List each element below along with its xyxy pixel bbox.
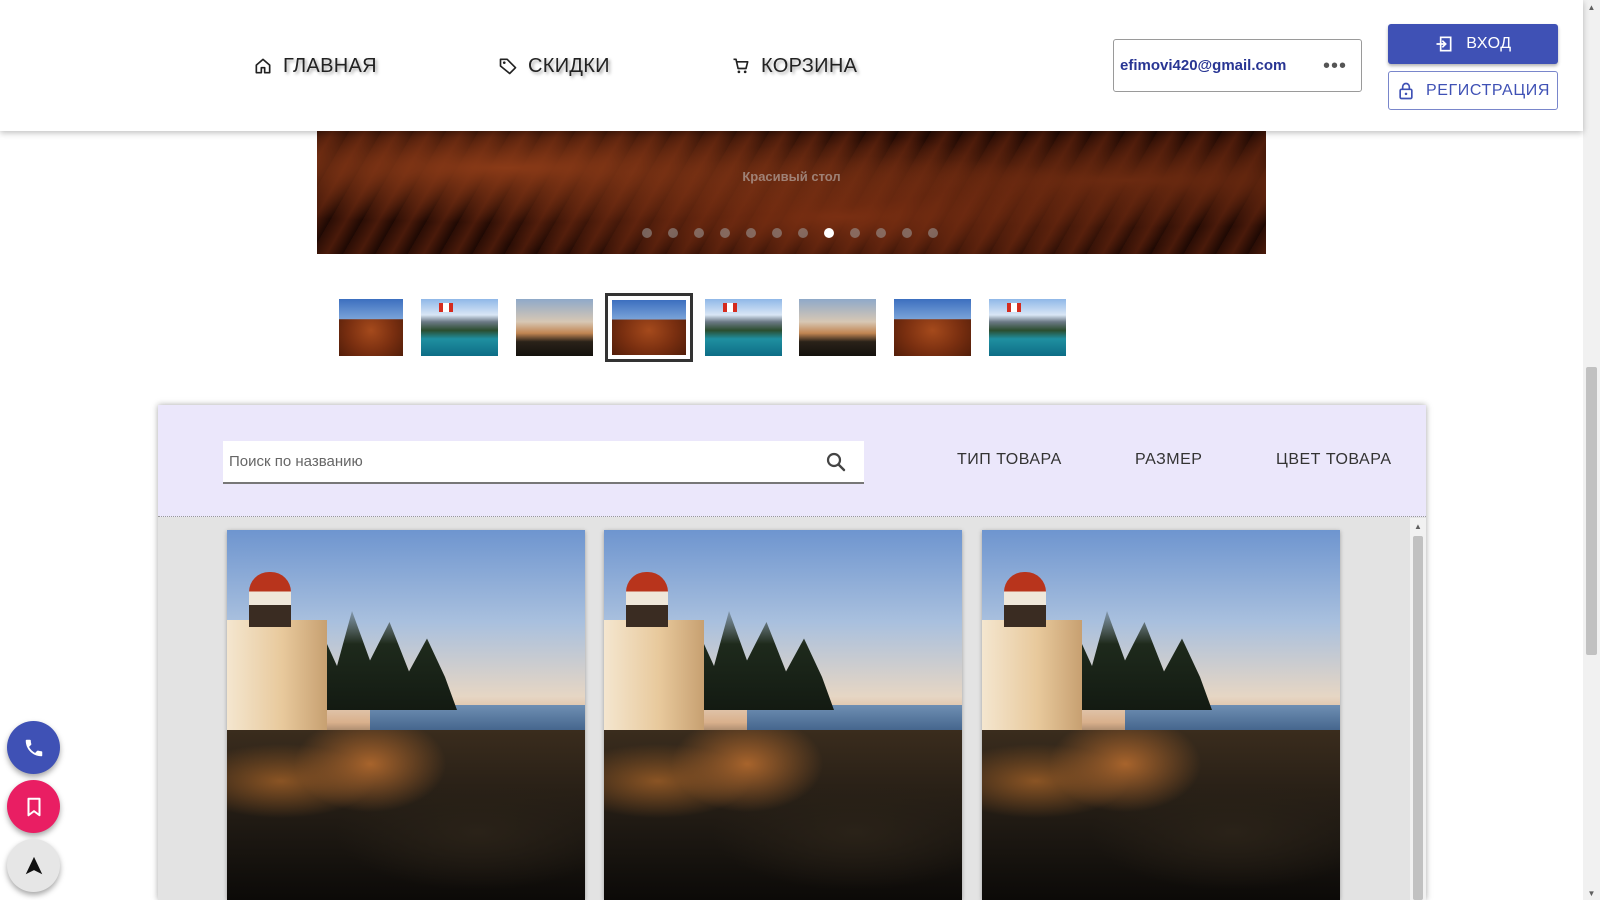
slider-dot[interactable] [668, 228, 678, 238]
lock-icon [1399, 82, 1413, 99]
thumbnail-image [989, 299, 1066, 356]
thumbnail-image [421, 299, 498, 356]
login-icon [1436, 36, 1452, 52]
bookmark-button[interactable] [7, 780, 60, 833]
image-lighthouse-lantern [249, 572, 291, 627]
hero-caption: Красивый стол [742, 169, 841, 184]
image-lighthouse-lantern [1004, 572, 1046, 627]
phone-icon [25, 739, 42, 756]
catalog-panel: ТИП ТОВАРА РАЗМЕР ЦВЕТ ТОВАРА [158, 405, 1426, 900]
nav-home-label: ГЛАВНАЯ [283, 54, 377, 77]
slider-dot[interactable] [850, 228, 860, 238]
user-email: efimovi420@gmail.com [1120, 57, 1287, 74]
image-lighthouse-lantern [626, 572, 668, 627]
thumbnail-lake[interactable] [705, 299, 782, 356]
scroll-down-arrow[interactable]: ▼ [1583, 886, 1600, 900]
user-account-box[interactable]: efimovi420@gmail.com ••• [1113, 39, 1362, 92]
image-rocks [227, 730, 585, 900]
product-card[interactable] [982, 530, 1340, 900]
scroll-up-arrow[interactable]: ▲ [1583, 0, 1600, 14]
image-trees [307, 611, 457, 710]
filter-size[interactable]: РАЗМЕР [1135, 451, 1202, 469]
product-image [604, 530, 962, 900]
home-icon [255, 58, 271, 74]
thumbnail-image [612, 300, 686, 355]
slider-dot[interactable] [694, 228, 704, 238]
product-card[interactable] [227, 530, 585, 900]
product-list-scrollbar[interactable]: ▲ [1410, 518, 1426, 900]
thumbnail-image [799, 299, 876, 356]
top-header: ГЛАВНАЯ СКИДКИ КОРЗИНА efimovi420@gmail.… [0, 0, 1583, 131]
slider-dot[interactable] [928, 228, 938, 238]
nav-cart-label: КОРЗИНА [761, 54, 858, 77]
tag-icon [499, 58, 517, 75]
thumbnail-lighthouse[interactable] [799, 299, 876, 356]
cart-icon [733, 58, 749, 74]
slider-dot[interactable] [642, 228, 652, 238]
filter-product-type[interactable]: ТИП ТОВАРА [957, 451, 1062, 469]
bookmark-icon [26, 797, 41, 816]
scroll-up-arrow[interactable]: ▲ [1410, 520, 1426, 532]
image-trees [1062, 611, 1212, 710]
image-rocks [982, 730, 1340, 900]
search-icon[interactable] [824, 450, 848, 474]
thumbnail-image [894, 299, 971, 356]
page-scrollbar-thumb[interactable] [1586, 367, 1597, 655]
more-options-icon[interactable]: ••• [1323, 56, 1347, 76]
slider-dot[interactable] [772, 228, 782, 238]
slider-dot[interactable] [746, 228, 756, 238]
scroll-to-top-button[interactable] [7, 839, 60, 892]
thumbnail-lake[interactable] [421, 299, 498, 356]
slider-dot[interactable] [798, 228, 808, 238]
image-rocks [604, 730, 962, 900]
product-list-scrollbar-thumb[interactable] [1413, 536, 1423, 900]
product-grid [158, 518, 1410, 900]
thumbnail-image [339, 299, 403, 356]
arrow-up-icon [25, 856, 42, 874]
thumbnail-desert-selected[interactable] [605, 293, 693, 362]
thumbnail-desert[interactable] [339, 299, 403, 356]
thumbnail-lighthouse[interactable] [516, 299, 593, 356]
login-button[interactable]: ВХОД [1388, 24, 1558, 64]
slider-dot[interactable] [876, 228, 886, 238]
slider-dot[interactable] [902, 228, 912, 238]
nav-home[interactable]: ГЛАВНАЯ [253, 52, 377, 80]
product-card[interactable] [604, 530, 962, 900]
slider-dot[interactable] [720, 228, 730, 238]
filter-product-color[interactable]: ЦВЕТ ТОВАРА [1276, 451, 1391, 469]
register-button[interactable]: РЕГИСТРАЦИЯ [1388, 71, 1558, 110]
call-button[interactable] [7, 721, 60, 774]
register-label: РЕГИСТРАЦИЯ [1425, 81, 1551, 99]
thumbnail-lake[interactable] [989, 299, 1066, 356]
slider-dot-active[interactable] [824, 228, 834, 238]
thumbnail-image [516, 299, 593, 356]
thumbnail-desert[interactable] [894, 299, 971, 356]
page-scrollbar[interactable]: ▲ ▼ [1583, 0, 1600, 900]
filter-bar: ТИП ТОВАРА РАЗМЕР ЦВЕТ ТОВАРА [158, 405, 1426, 517]
image-trees [684, 611, 834, 710]
slider-dots [642, 228, 938, 238]
nav-cart[interactable]: КОРЗИНА [731, 52, 857, 80]
thumbnail-image [705, 299, 782, 356]
product-image [227, 530, 585, 900]
hero-slider[interactable]: Красивый стол [317, 131, 1266, 254]
search-input[interactable] [229, 453, 824, 470]
search-box[interactable] [223, 441, 864, 484]
nav-sales-label: СКИДКИ [528, 54, 610, 77]
nav-sales[interactable]: СКИДКИ [498, 52, 610, 80]
product-image [982, 530, 1340, 900]
login-label: ВХОД [1466, 35, 1512, 52]
